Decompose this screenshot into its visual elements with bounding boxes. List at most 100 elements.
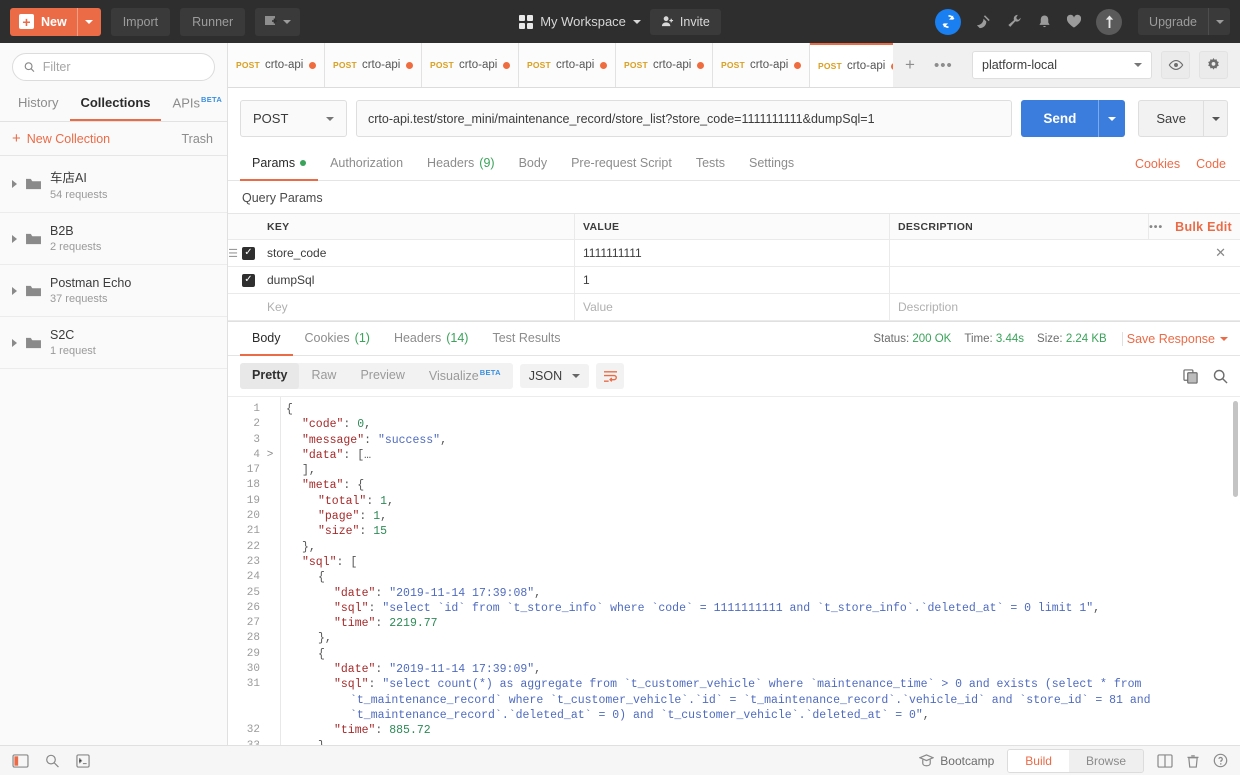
view-mode-pretty[interactable]: Pretty [240, 363, 300, 389]
send-dropdown-button[interactable] [1098, 100, 1126, 137]
http-method-selector[interactable]: POST [240, 100, 347, 137]
row-key[interactable]: store_code [259, 246, 574, 260]
table-row[interactable]: ☰ store_code 1111111111 ✕ [228, 240, 1240, 267]
tab-settings[interactable]: Settings [737, 147, 806, 181]
bootcamp-button[interactable]: Bootcamp [919, 754, 994, 768]
row-value[interactable]: 1111111111 [574, 240, 889, 266]
chevron-right-icon[interactable] [12, 286, 17, 295]
tab-authorization[interactable]: Authorization [318, 147, 415, 181]
satellite-icon[interactable] [975, 13, 992, 30]
placeholder-value[interactable]: Value [574, 294, 889, 320]
filter-box[interactable] [12, 53, 215, 81]
save-dropdown-button[interactable] [1204, 100, 1228, 137]
tab-options-button[interactable]: ••• [926, 43, 960, 87]
help-icon[interactable] [1213, 753, 1228, 768]
row-description[interactable] [889, 267, 1148, 293]
save-response-button[interactable]: Save Response [1121, 331, 1228, 346]
tab-pre-request-script[interactable]: Pre-request Script [559, 147, 684, 181]
view-mode-visualize[interactable]: VisualizeBETA [417, 363, 513, 388]
response-tab-test-results[interactable]: Test Results [480, 322, 572, 356]
response-tab-headers[interactable]: Headers (14) [382, 322, 480, 356]
sidebar-tab-history[interactable]: History [8, 89, 68, 121]
row-delete-icon[interactable]: ✕ [1215, 245, 1226, 261]
sidebar-tab-collections[interactable]: Collections [70, 89, 161, 122]
row-value[interactable]: 1 [574, 267, 889, 293]
copy-icon[interactable] [1183, 368, 1199, 384]
params-options-button[interactable]: ••• [1149, 221, 1163, 233]
environment-quick-look-button[interactable] [1161, 51, 1190, 79]
tab-params[interactable]: Params [240, 147, 319, 181]
list-item[interactable]: Postman Echo 37 requests [0, 265, 227, 318]
send-button[interactable]: Send [1021, 100, 1099, 137]
table-row-placeholder[interactable]: Key Value Description [228, 294, 1240, 321]
import-button[interactable]: Import [110, 7, 171, 36]
save-button[interactable]: Save [1138, 100, 1204, 137]
browse-tab[interactable]: Browse [1068, 749, 1143, 772]
placeholder-description[interactable]: Description [889, 294, 1148, 320]
new-collection-button[interactable]: + New Collection [12, 131, 110, 146]
chevron-right-icon[interactable] [12, 234, 17, 243]
request-tab-3[interactable]: POST crto-api.... [422, 43, 519, 87]
sidebar-toggle-icon[interactable] [12, 753, 29, 768]
fold-toggle-icon[interactable]: > [266, 448, 280, 463]
tab-headers[interactable]: Headers (9) [415, 147, 507, 181]
wrap-lines-button[interactable] [596, 363, 625, 389]
response-format-selector[interactable]: JSON [519, 364, 590, 388]
upgrade-dropdown[interactable] [1208, 8, 1230, 35]
tab-tests[interactable]: Tests [684, 147, 737, 181]
request-tab-4[interactable]: POST crto-api.... [519, 43, 616, 87]
build-tab[interactable]: Build [1008, 749, 1069, 772]
heart-icon[interactable] [1066, 14, 1082, 29]
row-grip[interactable]: ☰ [228, 246, 259, 260]
bulk-edit-link[interactable]: Bulk Edit [1175, 220, 1232, 234]
request-tab-5[interactable]: POST crto-api.... [616, 43, 713, 87]
table-row[interactable]: dumpSql 1 [228, 267, 1240, 294]
invite-button[interactable]: Invite [649, 8, 721, 35]
response-tab-cookies[interactable]: Cookies (1) [293, 322, 382, 356]
code-link[interactable]: Code [1196, 157, 1226, 171]
drag-handle-icon[interactable]: ☰ [228, 247, 238, 260]
chevron-right-icon[interactable] [12, 338, 17, 347]
two-pane-layout-icon[interactable] [1157, 753, 1173, 768]
vertical-scrollbar[interactable] [1233, 401, 1238, 497]
new-window-button[interactable] [255, 7, 301, 36]
search-icon[interactable] [1213, 369, 1228, 384]
list-item[interactable]: B2B 2 requests [0, 213, 227, 266]
bell-icon[interactable] [1037, 14, 1052, 30]
sync-icon[interactable] [935, 8, 962, 35]
request-tab-2[interactable]: POST crto-api.... [325, 43, 422, 87]
list-item[interactable]: 车店AI 54 requests [0, 156, 227, 214]
view-mode-raw[interactable]: Raw [299, 363, 348, 388]
find-icon[interactable] [45, 754, 60, 768]
response-tab-body[interactable]: Body [240, 322, 293, 356]
request-tab-7[interactable]: POST crto-api.... [810, 43, 894, 87]
workspace-selector[interactable]: My Workspace [519, 14, 641, 29]
row-description[interactable] [889, 240, 1148, 266]
new-dropdown-button[interactable] [76, 7, 101, 36]
new-tab-button[interactable]: + [893, 43, 927, 87]
filter-input[interactable] [42, 60, 203, 74]
settings-gear-button[interactable] [1199, 51, 1228, 79]
placeholder-key[interactable]: Key [259, 300, 574, 314]
wrench-icon[interactable] [1006, 13, 1023, 30]
view-mode-preview[interactable]: Preview [348, 363, 416, 388]
chevron-right-icon[interactable] [12, 180, 17, 189]
list-item[interactable]: S2C 1 request [0, 317, 227, 370]
code-fold-column[interactable]: > [266, 397, 280, 745]
cookies-link[interactable]: Cookies [1135, 157, 1180, 171]
response-body-viewer[interactable]: 12341718192021222324252627282930313233 >… [228, 396, 1240, 745]
upload-icon[interactable] [1096, 8, 1123, 35]
upgrade-button[interactable]: Upgrade [1138, 8, 1230, 35]
json-code-content[interactable]: {"code": 0, "message": "success", "data": … [280, 397, 1240, 745]
row-key[interactable]: dumpSql [259, 273, 574, 287]
row-checkbox[interactable] [242, 273, 255, 287]
console-icon[interactable] [76, 753, 90, 768]
request-tab-6[interactable]: POST crto-api.... [713, 43, 810, 87]
trash-link[interactable]: Trash [182, 132, 214, 146]
trash-icon[interactable] [1186, 754, 1200, 768]
runner-button[interactable]: Runner [180, 7, 246, 36]
tab-body[interactable]: Body [507, 147, 560, 181]
request-tab-1[interactable]: POST crto-api.... [228, 43, 325, 87]
url-input[interactable]: crto-api.test/store_mini/maintenance_rec… [356, 100, 1013, 137]
environment-selector[interactable]: platform-local [972, 51, 1152, 79]
